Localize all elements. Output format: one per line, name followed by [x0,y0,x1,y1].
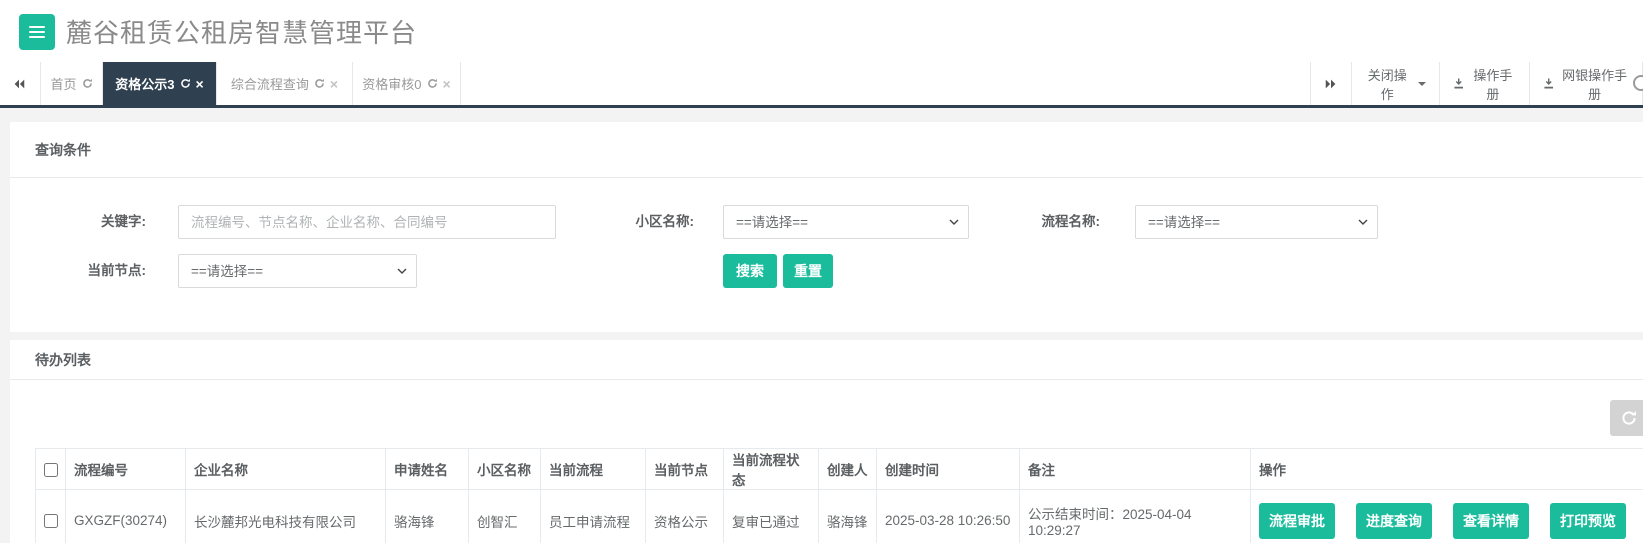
tab-process-query[interactable]: 综合流程查询 × [217,62,353,105]
todo-table: 流程编号 企业名称 申请姓名 小区名称 当前流程 当前节点 当前流程状态 创建人… [35,448,1643,543]
cell-applicant: 骆海锋 [386,490,469,543]
close-operations-label: 关闭操作 [1365,65,1410,103]
select-all-checkbox[interactable] [44,463,58,477]
refresh-icon[interactable] [180,78,191,89]
refresh-icon[interactable] [82,78,93,89]
col-current-node: 当前节点 [646,449,724,490]
refresh-list-button[interactable] [1610,400,1643,436]
node-select-wrap: ==请选择== [178,254,417,288]
process-select[interactable]: ==请选择== [1135,205,1378,239]
download-icon [1453,77,1464,90]
tab-label: 综合流程查询 [231,74,309,93]
operation-manual-label: 操作手册 [1470,65,1516,103]
col-created-at: 创建时间 [877,449,1020,490]
keyword-input[interactable] [178,205,556,239]
tab-qualification-publicity[interactable]: 资格公示3 × [103,62,217,105]
cell-current-node: 资格公示 [646,490,724,543]
refresh-icon[interactable] [314,78,325,89]
community-select[interactable]: ==请选择== [723,205,969,239]
cell-remark: 公示结束时间：2025-04-04 10:29:27 [1020,490,1251,543]
node-label: 当前节点: [40,254,146,288]
process-select-wrap: ==请选择== [1135,205,1378,239]
bank-manual-label: 网银操作手册 [1560,65,1629,103]
double-chevron-right-icon [1324,77,1338,91]
cell-process-no: GXGZF(30274) [66,490,186,543]
cell-actions: 流程审批 进度查询 查看详情 打印预览 [1251,490,1643,543]
partial-icon [1633,75,1643,91]
close-tab-icon[interactable]: × [196,77,204,91]
col-applicant: 申请姓名 [386,449,469,490]
col-community: 小区名称 [469,449,541,490]
row-checkbox[interactable] [44,514,58,528]
col-company: 企业名称 [186,449,386,490]
refresh-icon [1621,410,1637,426]
view-details-button[interactable]: 查看详情 [1453,503,1529,539]
search-button[interactable]: 搜索 [723,254,777,288]
todo-panel-title: 待办列表 [10,340,1643,380]
operation-manual-button[interactable]: 操作手册 [1440,62,1530,105]
scroll-tabs-left-button[interactable] [0,62,38,105]
print-preview-button[interactable]: 打印预览 [1550,503,1626,539]
table-row: GXGZF(30274) 长沙麓邦光电科技有限公司 骆海锋 创智汇 员工申请流程… [36,490,1643,543]
query-panel-title: 查询条件 [10,122,1643,178]
tab-qualification-audit[interactable]: 资格审核0 × [353,62,461,105]
reset-button[interactable]: 重置 [783,254,833,288]
hamburger-icon [29,26,45,28]
caret-down-icon [1418,82,1426,86]
app-header: 麓谷租赁公租房智慧管理平台 [0,0,1643,62]
col-current-process: 当前流程 [541,449,646,490]
col-remark: 备注 [1020,449,1251,490]
community-label: 小区名称: [594,205,694,239]
cell-status: 复审已通过 [724,490,819,543]
cell-created-at: 2025-03-28 10:26:50 [877,490,1020,543]
table-header-row: 流程编号 企业名称 申请姓名 小区名称 当前流程 当前节点 当前流程状态 创建人… [36,449,1643,490]
bank-manual-button[interactable]: 网银操作手册 [1530,62,1643,105]
process-label: 流程名称: [1000,205,1100,239]
community-select-wrap: ==请选择== [723,205,969,239]
cell-creator: 骆海锋 [819,490,877,543]
col-process-no: 流程编号 [66,449,186,490]
col-creator: 创建人 [819,449,877,490]
node-select[interactable]: ==请选择== [178,254,417,288]
tab-bar: 首页 资格公示3 × 综合流程查询 × 资格审核0 × 关闭操作 [0,62,1643,108]
keyword-label: 关键字: [40,205,146,239]
double-chevron-left-icon [12,77,26,91]
progress-query-button[interactable]: 进度查询 [1356,503,1432,539]
close-tab-icon[interactable]: × [330,77,338,91]
cell-community: 创智汇 [469,490,541,543]
app-title: 麓谷租赁公租房智慧管理平台 [66,13,417,50]
col-actions: 操作 [1251,449,1643,490]
cell-current-process: 员工申请流程 [541,490,646,543]
query-panel: 查询条件 关键字: 小区名称: ==请选择== 流程名称: ==请选择== 当前… [10,122,1643,332]
col-status: 当前流程状态 [724,449,819,490]
refresh-icon[interactable] [427,78,438,89]
download-icon [1543,77,1554,90]
hamburger-menu-button[interactable] [19,14,55,50]
tab-home[interactable]: 首页 [40,62,103,105]
tab-label: 资格审核0 [362,74,421,93]
cell-company: 长沙麓邦光电科技有限公司 [186,490,386,543]
tab-label: 首页 [50,74,76,93]
close-tab-icon[interactable]: × [443,77,451,91]
tab-actions: 关闭操作 操作手册 网银操作手册 [1310,62,1643,105]
scroll-tabs-right-button[interactable] [1310,62,1352,105]
todo-panel: 待办列表 流程编号 企业名称 申请姓名 小区名称 当前流程 当前节点 当前流程状… [10,340,1643,543]
approve-process-button[interactable]: 流程审批 [1259,503,1335,539]
close-operations-dropdown[interactable]: 关闭操作 [1352,62,1440,105]
tab-label: 资格公示3 [115,74,174,93]
